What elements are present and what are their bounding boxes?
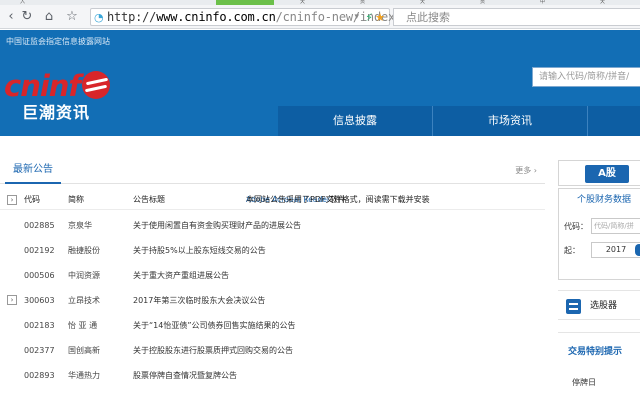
row-code[interactable]: 002885 <box>24 213 55 238</box>
browser-toolbar: ‹ ↻ ⌂ ☆ ◔ http://www.cninfo.com.cn/cninf… <box>0 5 640 29</box>
right-sidebar: A股 个股财务数据 代码： 代码/简称/拼 起： 2017 选股器 交易特别提示… <box>558 158 640 403</box>
address-url[interactable]: http://www.cninfo.com.cn/cninfo-new/inde… <box>107 9 395 26</box>
url-host: www.cninfo.com.cn <box>156 10 276 24</box>
stock-picker-label: 选股器 <box>590 301 618 311</box>
nav-item-market-info[interactable]: 市场资讯 <box>433 106 588 136</box>
url-protocol: http:// <box>107 10 157 24</box>
stock-picker-icon <box>566 299 581 314</box>
chevron-right-icon: › <box>533 166 537 175</box>
trade-notice-box: 交易特别提示 停牌日 <box>558 332 640 403</box>
lightning-icon[interactable]: ⚡ <box>365 9 373 26</box>
stock-search-input[interactable]: 请输入代码/简称/拼音/ <box>532 67 640 87</box>
announcements-panel: 最新公告 更多 › › 代码 简称 公告标题 本网站公告采用了PDF文件格式，阅… <box>0 158 545 403</box>
main-content: 最新公告 更多 › › 代码 简称 公告标题 本网站公告采用了PDF文件格式，阅… <box>0 136 640 403</box>
row-code[interactable]: 002192 <box>24 238 55 263</box>
financial-data-title: 个股财务数据 <box>577 195 632 205</box>
row-code[interactable]: 000506 <box>24 263 55 288</box>
row-code[interactable]: 300603 <box>24 288 55 313</box>
dropdown-icon[interactable]: ▾ <box>354 9 359 26</box>
address-bar[interactable]: ◔ http://www.cninfo.com.cn/cninfo-new/in… <box>90 8 395 26</box>
trade-notice-title: 交易特别提示 <box>568 347 623 357</box>
table-header: › 代码 简称 公告标题 本网站公告采用了PDF文件格式，阅读需下载并安装 Ado… <box>0 190 545 210</box>
main-nav: 信息披露 市场资讯 <box>278 106 640 136</box>
nav-item-disclosure[interactable]: 信息披露 <box>278 106 433 136</box>
pdf-notice: 本网站公告采用了PDF文件格式，阅读需下载并安装 Adobe Acrobat Re… <box>246 190 430 210</box>
announcements-tabs: 最新公告 更多 › <box>0 158 545 184</box>
table-row[interactable]: 002192 融捷股份 关于持股5%以上股东短线交易的公告 <box>0 238 545 263</box>
column-name: 简称 <box>68 195 84 204</box>
stock-search-placeholder: 请输入代码/简称/拼音/ <box>539 72 630 82</box>
stock-picker[interactable]: 选股器 <box>558 290 640 320</box>
table-row[interactable]: 002183 怡 亚 通 关于“14怡亚债”公司债券回售实施结果的公告 <box>0 313 545 338</box>
row-title[interactable]: 2017年第三次临时股东大会决议公告 <box>133 288 265 313</box>
logo-text-cn: 巨潮资讯 <box>22 103 91 122</box>
site-logo[interactable]: cninf 巨潮资讯 <box>4 69 122 122</box>
row-name[interactable]: 中润资源 <box>68 263 100 288</box>
start-label: 起： <box>564 246 580 255</box>
table-row[interactable]: 000506 中润资源 关于重大资产重组进展公告 <box>0 263 545 288</box>
suspension-date-label: 停牌日 <box>572 378 596 387</box>
table-row[interactable]: 002885 京泉华 关于使用闲置自有资金购买理财产品的进展公告 <box>0 213 545 238</box>
table-row[interactable]: › 300603 立昂技术 2017年第三次临时股东大会决议公告 <box>0 288 545 313</box>
more-link[interactable]: 更多 › <box>515 158 537 184</box>
year-scroll-handle[interactable] <box>635 244 640 256</box>
row-title[interactable]: 关于重大资产重组进展公告 <box>133 263 229 288</box>
row-title[interactable]: 关于使用闲置自有资金购买理财产品的进展公告 <box>133 213 301 238</box>
row-name[interactable]: 华通热力 <box>68 363 100 388</box>
row-name[interactable]: 国创高新 <box>68 338 100 363</box>
bookmark-star-icon[interactable]: ★ <box>375 9 385 26</box>
code-input[interactable]: 代码/简称/拼 <box>591 218 640 234</box>
row-code[interactable]: 002183 <box>24 313 55 338</box>
expand-icon[interactable]: › <box>7 195 17 205</box>
table-row[interactable]: 002377 国创高新 关于控股股东进行股票质押式回购交易的公告 <box>0 338 545 363</box>
a-share-button[interactable]: A股 <box>585 165 629 183</box>
row-name[interactable]: 融捷股份 <box>68 238 100 263</box>
row-name[interactable]: 京泉华 <box>68 213 92 238</box>
expand-icon[interactable]: › <box>7 295 17 305</box>
pdf-notice-suffix: 软件 <box>329 195 346 204</box>
row-title[interactable]: 关于“14怡亚债”公司债券回售实施结果的公告 <box>133 313 295 338</box>
reload-icon[interactable]: ↻ <box>18 8 36 26</box>
site-header: 中国证监会指定信息披露网站 cninf 巨潮资讯 请输入代码/简称/拼音/ 信息… <box>0 30 640 136</box>
column-code: 代码 <box>24 195 40 204</box>
row-name[interactable]: 怡 亚 通 <box>68 313 97 338</box>
row-code[interactable]: 002893 <box>24 363 55 388</box>
home-icon[interactable]: ⌂ <box>40 8 58 26</box>
more-label: 更多 <box>515 166 532 175</box>
row-name[interactable]: 立昂技术 <box>68 288 100 313</box>
browser-search-box[interactable]: 点此搜索 <box>393 8 640 26</box>
financial-data-box: 个股财务数据 代码： 代码/简称/拼 起： 2017 <box>558 188 640 280</box>
a-share-tab-bar: A股 <box>558 160 640 186</box>
row-title[interactable]: 股票停牌自查情况暨复牌公告 <box>133 363 237 388</box>
logo-globe-icon <box>82 71 110 99</box>
security-icon: ◔ <box>94 11 104 24</box>
year-select[interactable]: 2017 <box>591 242 640 258</box>
page: 入 天 页 天 页 中 天 ‹ ↻ ⌂ ☆ ◔ http://www.cninf… <box>0 0 640 403</box>
row-code[interactable]: 002377 <box>24 338 55 363</box>
table-row[interactable]: 002893 华通热力 股票停牌自查情况暨复牌公告 <box>0 363 545 388</box>
browser-search-placeholder: 点此搜索 <box>406 11 450 24</box>
logo-text-en: cninf <box>4 69 81 103</box>
tab-latest-announcements[interactable]: 最新公告 <box>5 158 61 184</box>
favorite-star-icon[interactable]: ☆ <box>63 8 81 26</box>
row-title[interactable]: 关于持股5%以上股东短线交易的公告 <box>133 238 266 263</box>
code-label: 代码： <box>564 222 588 231</box>
row-title[interactable]: 关于控股股东进行股票质押式回购交易的公告 <box>133 338 293 363</box>
site-slogan: 中国证监会指定信息披露网站 <box>6 37 110 46</box>
column-title: 公告标题 <box>133 195 165 204</box>
